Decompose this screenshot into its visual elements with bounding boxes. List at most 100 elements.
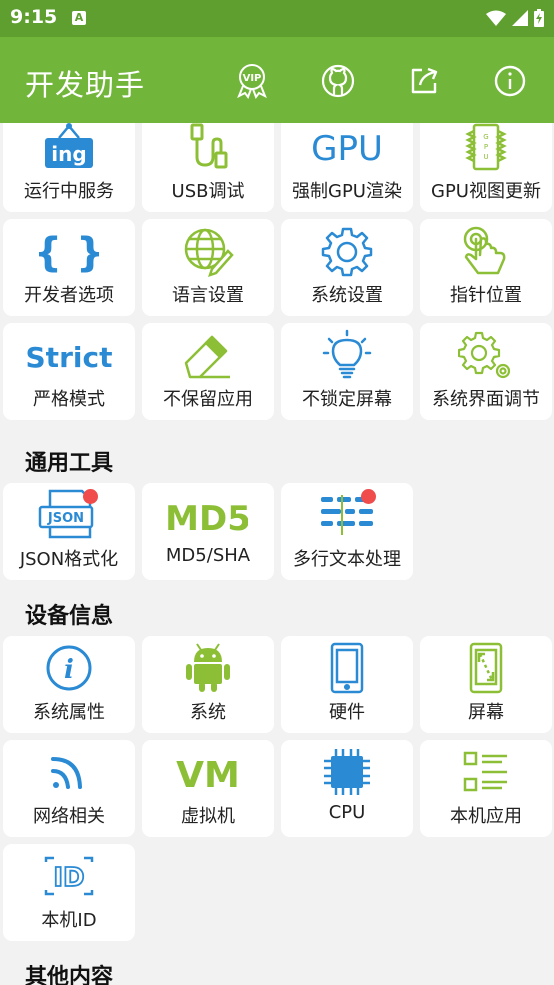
vm-text-icon: VM	[142, 746, 274, 798]
tile-multiline-text[interactable]: 多行文本处理	[281, 483, 413, 580]
tile-language-settings[interactable]: 语言设置	[142, 219, 274, 316]
tile-label: 多行文本处理	[293, 549, 401, 570]
share-button[interactable]	[404, 61, 444, 101]
tile-system-properties[interactable]: i 系统属性	[3, 636, 135, 733]
tile-developer-options[interactable]: { } 开发者选项	[3, 219, 135, 316]
tile-label: CPU	[328, 802, 366, 823]
globe-pencil-icon	[142, 225, 274, 277]
svg-text:MD5: MD5	[168, 499, 248, 538]
tile-label: GPU视图更新	[431, 181, 541, 202]
md5-text-icon: MD5	[142, 489, 274, 541]
tile-label: 不锁定屏幕	[302, 389, 392, 410]
tile-label: 系统属性	[33, 702, 105, 723]
ing-icon: ing	[3, 123, 135, 173]
svg-text:ID: ID	[53, 863, 84, 893]
tile-device-id[interactable]: ID 本机ID	[3, 844, 135, 941]
tile-strict-mode[interactable]: Strict 严格模式	[3, 323, 135, 420]
tile-hardware[interactable]: 硬件	[281, 636, 413, 733]
info-circle-icon: i	[3, 642, 135, 694]
svg-text:JSON: JSON	[47, 511, 84, 526]
tile-gpu-view-update[interactable]: G P U GPU视图更新	[420, 123, 552, 212]
section-title-tools: 通用工具	[25, 451, 114, 476]
tile-label: 本机ID	[41, 910, 97, 931]
tile-force-gpu[interactable]: GPU 强制GPU渲染	[281, 123, 413, 212]
json-file-icon: JSON	[3, 489, 135, 541]
android-icon	[142, 642, 274, 694]
svg-text:VM: VM	[176, 755, 240, 795]
svg-text:VIP: VIP	[243, 73, 262, 84]
gears-icon	[420, 329, 552, 381]
tile-installed-apps[interactable]: 本机应用	[420, 740, 552, 837]
tile-label: 强制GPU渲染	[292, 181, 402, 202]
cpu-chip-icon	[281, 746, 413, 798]
tile-label: 严格模式	[33, 389, 105, 410]
tile-system-settings[interactable]: 系统设置	[281, 219, 413, 316]
tile-network[interactable]: 网络相关	[3, 740, 135, 837]
cell-signal-icon	[512, 10, 528, 26]
tile-label: 网络相关	[33, 806, 105, 827]
svg-text:G: G	[483, 133, 488, 141]
svg-text:U: U	[483, 153, 488, 161]
tile-system[interactable]: 系统	[142, 636, 274, 733]
braces-icon: { }	[3, 225, 135, 277]
tile-label: 虚拟机	[181, 806, 235, 827]
tile-json-format[interactable]: JSON JSON格式化	[3, 483, 135, 580]
gear-icon	[281, 225, 413, 277]
device-grid: i 系统属性 系统 硬件 屏幕 网络相关 VM 虚拟机 CPU 本机应用 ID …	[3, 636, 553, 941]
tile-label: MD5/SHA	[165, 545, 251, 566]
tile-md5-sha[interactable]: MD5 MD5/SHA	[142, 483, 274, 580]
tile-system-ui-tuner[interactable]: 系统界面调节	[420, 323, 552, 420]
tile-label: 开发者选项	[24, 285, 114, 306]
multiline-text-icon	[281, 489, 413, 541]
tile-label: 不保留应用	[163, 389, 253, 410]
new-badge	[83, 489, 98, 504]
svg-text:ing: ing	[51, 142, 86, 166]
tile-cpu[interactable]: CPU	[281, 740, 413, 837]
github-icon	[321, 64, 355, 98]
notification-icon: A	[72, 11, 86, 25]
gpu-chip-icon: G P U	[420, 123, 552, 173]
svg-text:P: P	[484, 143, 488, 151]
share-icon	[411, 67, 438, 94]
tile-label: 语言设置	[172, 285, 244, 306]
phone-icon	[281, 642, 413, 694]
status-indicators	[486, 8, 544, 28]
github-button[interactable]	[318, 61, 358, 101]
svg-text:GPU: GPU	[311, 129, 383, 169]
tile-label: 硬件	[329, 702, 365, 723]
app-list-icon	[420, 746, 552, 798]
content-scroll[interactable]: ing 运行中服务 USB调试 GPU 强制GPU渲染 G P U GPU视图更…	[0, 123, 554, 985]
tile-label: 系统	[190, 702, 226, 723]
app-title: 开发助手	[25, 68, 146, 102]
vip-badge-icon: VIP	[237, 64, 267, 100]
tile-running-services[interactable]: ing 运行中服务	[3, 123, 135, 212]
tile-stay-awake[interactable]: 不锁定屏幕	[281, 323, 413, 420]
strict-text-icon: Strict	[3, 329, 135, 381]
tile-label: USB调试	[171, 181, 245, 202]
id-card-icon: ID	[3, 850, 135, 902]
lightbulb-icon	[281, 329, 413, 381]
tile-label: 运行中服务	[24, 181, 114, 202]
status-bar: 9:15 A	[0, 0, 554, 37]
tile-label: 系统设置	[311, 285, 383, 306]
tile-dont-keep-activities[interactable]: 不保留应用	[142, 323, 274, 420]
eraser-icon	[142, 329, 274, 381]
battery-icon	[534, 9, 544, 27]
touch-hand-icon	[420, 225, 552, 277]
tile-label: 本机应用	[450, 806, 522, 827]
tile-screen[interactable]: 屏幕	[420, 636, 552, 733]
gpu-text-icon: GPU	[281, 123, 413, 173]
tile-virtual-machine[interactable]: VM 虚拟机	[142, 740, 274, 837]
svg-text:{ }: { }	[39, 230, 99, 276]
app-bar: 开发助手 VIP	[0, 37, 554, 123]
tools-grid: JSON JSON格式化 MD5 MD5/SHA 多行文本处理	[3, 483, 553, 580]
vip-button[interactable]: VIP	[232, 61, 272, 101]
screen-icon	[420, 642, 552, 694]
tile-usb-debug[interactable]: USB调试	[142, 123, 274, 212]
svg-text:Strict: Strict	[26, 341, 113, 374]
section-title-device: 设备信息	[25, 604, 114, 629]
about-button[interactable]	[490, 61, 530, 101]
tile-label: 屏幕	[468, 702, 504, 723]
tile-pointer-location[interactable]: 指针位置	[420, 219, 552, 316]
wifi-icon	[486, 10, 506, 26]
